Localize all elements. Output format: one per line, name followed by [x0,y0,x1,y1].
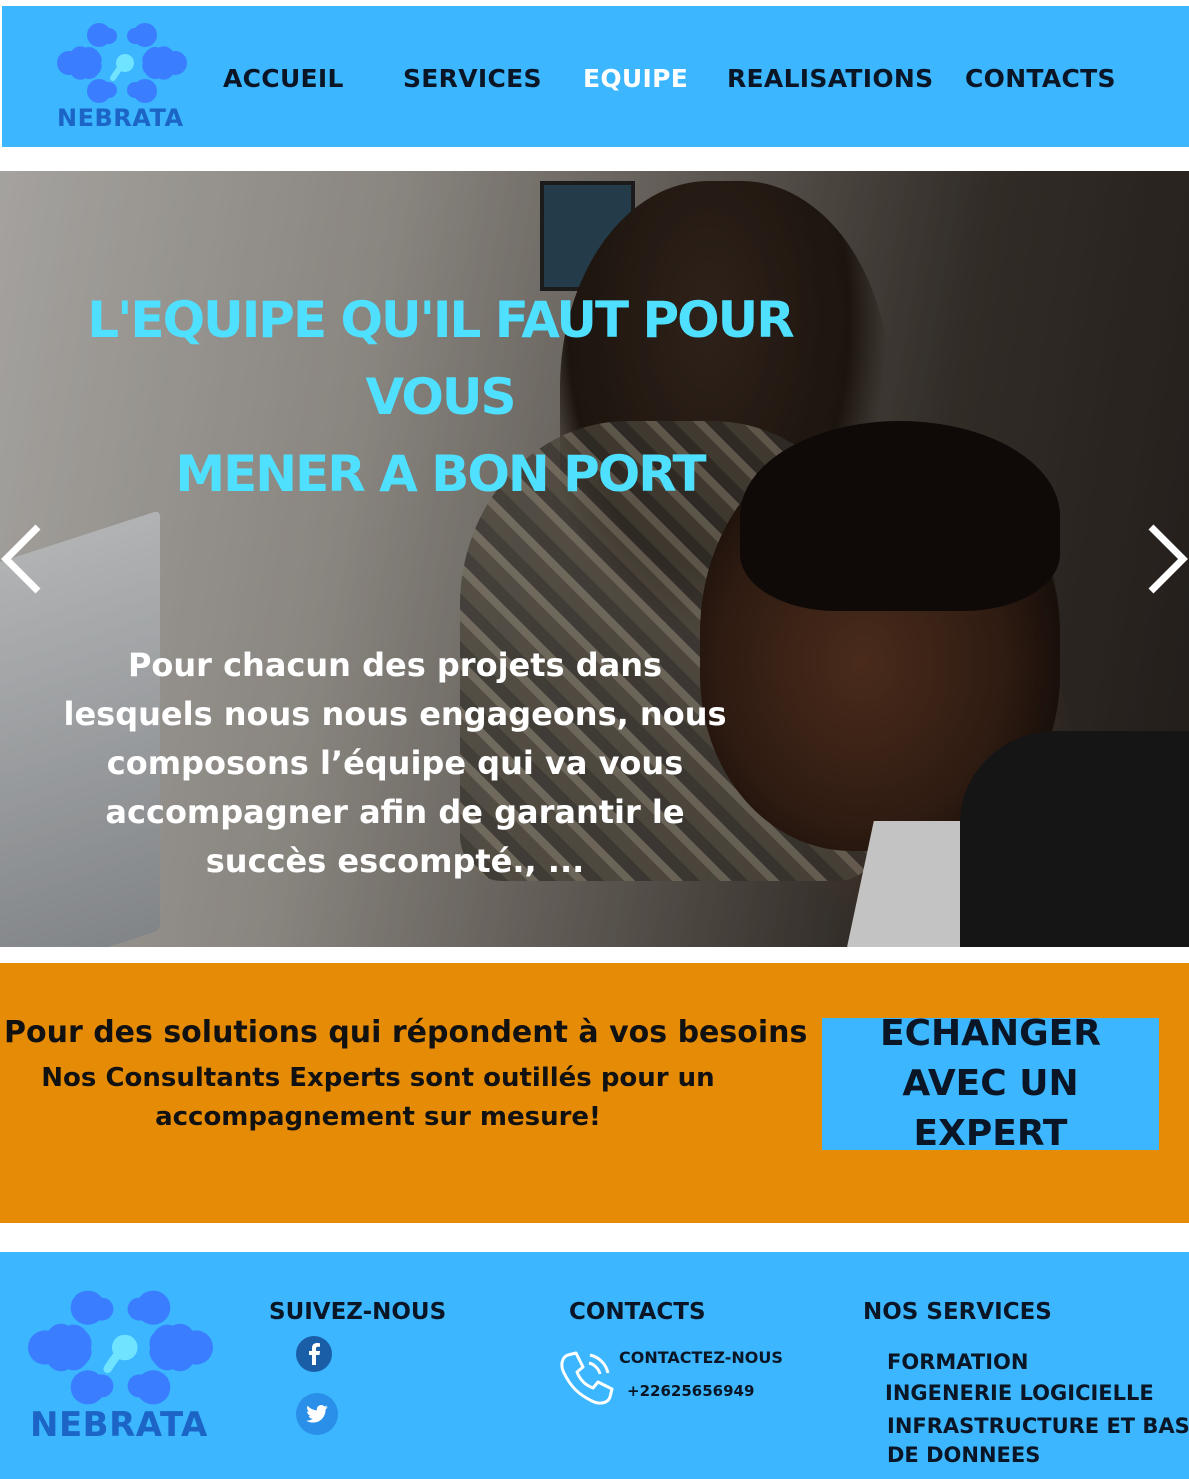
band-heading: Pour des solutions qui répondent à vos b… [4,1015,808,1050]
talk-to-expert-button[interactable]: ECHANGER AVEC UN EXPERT [822,1013,1159,1154]
header-brand: NEBRATA [57,104,184,132]
service-item-ingenierie[interactable]: INGENERIE LOGICIELLE [885,1378,1154,1408]
chevron-right-icon[interactable] [1144,523,1189,595]
nav-contacts[interactable]: CONTACTS [965,64,1116,93]
footer-logo-icon[interactable] [28,1290,213,1405]
facebook-icon[interactable] [296,1336,332,1372]
nav-equipe[interactable]: EQUIPE [583,64,688,93]
footer-brand: NEBRATA [30,1405,208,1445]
service-item-donnees[interactable]: DE DONNEES [887,1440,1040,1470]
services-title: NOS SERVICES [863,1299,1052,1325]
phone-number[interactable]: +22625656949 [627,1382,754,1400]
service-item-formation[interactable]: FORMATION [887,1347,1028,1377]
follow-title: SUIVEZ-NOUS [269,1299,447,1325]
cta-label: ECHANGER AVEC UN EXPERT [880,1013,1101,1154]
hero-title-line1: L'EQUIPE QU'IL FAUT POUR VOUS [87,291,794,426]
service-item-infrastructure[interactable]: INFRASTRUCTURE ET BASE [887,1411,1189,1441]
nav-realisations[interactable]: REALISATIONS [727,64,933,93]
nav-services[interactable]: SERVICES [403,64,542,93]
chevron-left-icon[interactable] [0,523,45,595]
contacts-title: CONTACTS [569,1299,706,1325]
hero-title: L'EQUIPE QU'IL FAUT POUR VOUS MENER A BO… [20,282,860,513]
logo-icon[interactable] [57,23,187,103]
hero-description: Pour chacun des projets dans lesquels no… [63,646,727,880]
twitter-icon[interactable] [296,1393,338,1435]
hero-title-line2: MENER A BON PORT [175,445,706,503]
band-text: Nos Consultants Experts sont outillés po… [41,1063,715,1132]
nav-accueil[interactable]: ACCUEIL [223,64,344,93]
site-header: NEBRATA ACCUEIL SERVICES EQUIPE REALISAT… [2,6,1189,147]
contact-us-link[interactable]: CONTACTEZ-NOUS [619,1348,783,1367]
phone-icon [560,1351,614,1405]
